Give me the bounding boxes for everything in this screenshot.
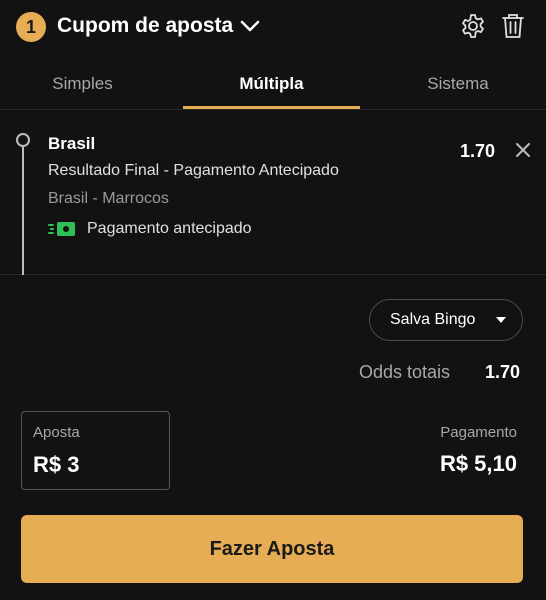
close-icon[interactable] (514, 141, 532, 159)
gear-icon[interactable] (459, 12, 487, 40)
selection-team: Brasil (48, 134, 96, 153)
selection-market: Resultado Final - Pagamento Antecipado (48, 162, 339, 179)
timeline-dot (16, 133, 30, 147)
bonus-dropdown[interactable]: Salva Bingo (369, 299, 523, 341)
betslip-title[interactable]: Cupom de aposta (57, 14, 233, 38)
selection-count-badge: 1 (16, 12, 46, 42)
selection-event: Brasil - Marrocos (48, 190, 169, 207)
total-odds-value: 1.70 (485, 362, 521, 382)
tab-simples[interactable]: Simples (0, 58, 165, 110)
stake-value[interactable]: R$ 3 (33, 452, 79, 478)
stake-label: Aposta (33, 424, 80, 441)
tab-multipla[interactable]: Múltipla (183, 58, 360, 110)
selection-odds: 1.70 (460, 141, 496, 161)
betslip-header: 1 Cupom de aposta (0, 0, 546, 54)
caret-down-icon (496, 317, 506, 323)
place-bet-button[interactable]: Fazer Aposta (21, 515, 523, 583)
selection-card: Brasil Resultado Final - Pagamento Antec… (0, 111, 546, 275)
stake-input[interactable]: Aposta R$ 3 (21, 411, 170, 490)
bet-type-tabs: Simples Múltipla Sistema (0, 58, 546, 110)
chevron-down-icon[interactable] (238, 16, 262, 38)
payout-label: Pagamento (440, 424, 517, 441)
total-odds-label: Odds totais (359, 362, 451, 382)
trash-icon[interactable] (500, 12, 526, 40)
active-tab-indicator (183, 106, 360, 109)
tab-sistema[interactable]: Sistema (370, 58, 546, 110)
early-payout-icon (48, 221, 76, 237)
early-payout-label: Pagamento antecipado (87, 220, 252, 237)
timeline-line (22, 143, 24, 275)
bonus-dropdown-label: Salva Bingo (390, 311, 476, 328)
payout-value: R$ 5,10 (439, 451, 517, 476)
